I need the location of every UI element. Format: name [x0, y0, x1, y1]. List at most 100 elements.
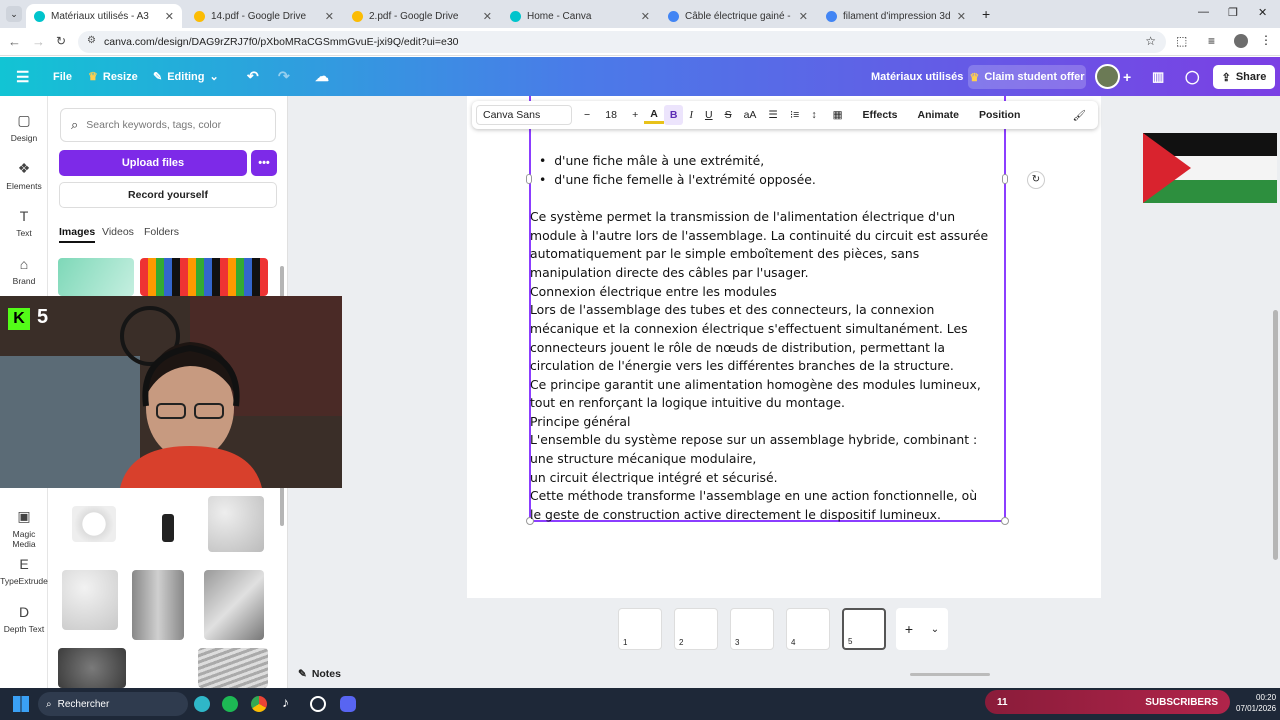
bookmark-icon[interactable]: ☆: [1145, 34, 1156, 48]
tab-list-button[interactable]: ⌄: [6, 6, 22, 22]
edge-icon[interactable]: [194, 696, 210, 712]
text-color-icon[interactable]: A: [644, 106, 664, 124]
image-thumbnail[interactable]: [58, 648, 126, 688]
close-icon[interactable]: ✕: [325, 10, 334, 23]
window-close-icon[interactable]: ✕: [1258, 6, 1267, 19]
rotate-handle-icon[interactable]: ↻: [1027, 171, 1045, 189]
rail-item-magic-media[interactable]: ▣ Magic Media: [0, 508, 48, 549]
page-thumbnail[interactable]: 4: [786, 608, 830, 650]
resize-button[interactable]: ♛ Resize: [88, 57, 138, 96]
tab-filament[interactable]: filament d'impression 3d - Goo ✕: [818, 4, 974, 28]
transparency-icon[interactable]: ▦: [827, 109, 849, 121]
tab-images[interactable]: Images: [59, 226, 96, 243]
discord-icon[interactable]: [340, 696, 356, 712]
rail-item-brand[interactable]: ⌂ Brand: [0, 256, 48, 286]
editing-dropdown[interactable]: ✎ Editing ⌄: [153, 57, 219, 96]
minimize-icon[interactable]: —: [1198, 6, 1209, 18]
url-field[interactable]: ⚙ canva.com/design/DAG9rZRJ7f0/pXboMRaCG…: [78, 31, 1166, 53]
back-icon[interactable]: ←: [8, 34, 21, 49]
image-thumbnail[interactable]: [62, 570, 118, 630]
share-button[interactable]: ⇪ Share: [1213, 65, 1275, 89]
resize-handle[interactable]: [1002, 174, 1008, 184]
spotify-icon[interactable]: [222, 696, 238, 712]
tab-materiaux[interactable]: Matériaux utilisés - A3 ✕: [26, 4, 182, 28]
cloud-saved-icon[interactable]: ☁: [315, 57, 329, 96]
forward-icon[interactable]: →: [32, 34, 45, 49]
resize-handle[interactable]: [526, 174, 532, 184]
tiktok-icon[interactable]: ♪: [282, 694, 289, 710]
canvas-scrollbar[interactable]: [1273, 310, 1278, 560]
align-left-icon[interactable]: ☰: [762, 109, 783, 121]
image-thumbnail[interactable]: [58, 258, 134, 296]
restore-icon[interactable]: ❐: [1228, 6, 1238, 19]
image-thumbnail[interactable]: [162, 514, 174, 542]
tab-videos[interactable]: Videos: [102, 226, 134, 238]
image-thumbnail[interactable]: [198, 648, 268, 688]
extensions-icon[interactable]: ⬚: [1176, 34, 1187, 48]
font-size-increase[interactable]: +: [626, 109, 644, 121]
profile-avatar[interactable]: [1234, 34, 1248, 48]
font-size-decrease[interactable]: −: [578, 109, 596, 121]
close-icon[interactable]: ✕: [799, 10, 808, 23]
close-icon[interactable]: ✕: [957, 10, 966, 23]
rail-item-depth-text[interactable]: D Depth Text: [0, 604, 48, 634]
site-info-icon[interactable]: ⚙: [87, 35, 96, 46]
position-button[interactable]: Position: [973, 109, 1026, 121]
bold-icon[interactable]: B: [663, 105, 684, 125]
new-tab-icon[interactable]: +: [982, 6, 990, 22]
insights-icon[interactable]: ▥: [1152, 57, 1164, 96]
rail-item-typeextrude[interactable]: E TypeExtrude: [0, 556, 48, 586]
collaborator-avatar[interactable]: [1095, 64, 1120, 89]
search-input[interactable]: ⌕ Search keywords, tags, color: [60, 108, 276, 142]
list-icon[interactable]: ⁝≡: [784, 109, 805, 121]
italic-icon[interactable]: I: [683, 110, 699, 121]
clock[interactable]: 00:20 07/01/2026: [1236, 692, 1276, 714]
close-icon[interactable]: ✕: [483, 10, 492, 23]
image-thumbnail[interactable]: [132, 570, 184, 640]
close-icon[interactable]: ✕: [641, 10, 650, 23]
page-thumbnail-current[interactable]: 5: [842, 608, 886, 650]
comments-icon[interactable]: ◯: [1185, 57, 1200, 96]
image-thumbnail[interactable]: [208, 496, 264, 552]
tab-cable[interactable]: Câble électrique gainé - Google ✕: [660, 4, 816, 28]
menu-icon[interactable]: ☰: [16, 57, 29, 96]
resize-handle[interactable]: [1001, 517, 1009, 525]
notes-button[interactable]: ✎ Notes: [298, 668, 341, 680]
rail-item-elements[interactable]: ❖ Elements: [0, 160, 48, 191]
obs-icon[interactable]: [310, 696, 326, 712]
rail-item-text[interactable]: T Text: [0, 208, 48, 238]
close-icon[interactable]: ✕: [165, 10, 174, 23]
document-title[interactable]: Matériaux utilisés: [871, 57, 963, 96]
media-icon[interactable]: ≡: [1208, 34, 1215, 48]
browser-menu-icon[interactable]: ⋮: [1260, 33, 1272, 47]
rail-item-design[interactable]: ▢ Design: [0, 112, 48, 143]
tab-folders[interactable]: Folders: [144, 226, 179, 238]
upload-files-button[interactable]: Upload files: [59, 150, 247, 176]
more-options-icon[interactable]: •••: [251, 150, 277, 176]
page-thumbnail[interactable]: 2: [674, 608, 718, 650]
letter-case-icon[interactable]: aA: [738, 109, 763, 121]
taskbar-search[interactable]: ⌕ Rechercher: [38, 692, 188, 716]
reload-icon[interactable]: ↻: [56, 34, 66, 48]
file-menu[interactable]: File: [53, 57, 72, 96]
copy-style-icon[interactable]: 🖌: [1067, 109, 1092, 122]
font-family-select[interactable]: Canva Sans: [476, 105, 572, 125]
page-thumbnail[interactable]: 1: [618, 608, 662, 650]
animate-button[interactable]: Animate: [912, 109, 965, 121]
strikethrough-icon[interactable]: S: [719, 109, 738, 121]
page-thumbnail[interactable]: 3: [730, 608, 774, 650]
windows-start-icon[interactable]: [13, 696, 29, 712]
image-thumbnail[interactable]: [204, 570, 264, 640]
tab-2pdf[interactable]: 2.pdf - Google Drive ✕: [344, 4, 500, 28]
image-thumbnail[interactable]: [140, 258, 268, 296]
font-size-field[interactable]: 18: [596, 109, 626, 121]
spacing-icon[interactable]: ↕: [805, 109, 822, 121]
redo-icon[interactable]: ↷: [278, 57, 290, 96]
image-thumbnail[interactable]: [72, 506, 116, 542]
effects-button[interactable]: Effects: [856, 109, 903, 121]
add-page-button[interactable]: + ⌄: [896, 608, 948, 650]
flag-image[interactable]: [1143, 133, 1277, 203]
zoom-slider[interactable]: [910, 673, 990, 676]
underline-icon[interactable]: U: [699, 109, 719, 121]
record-yourself-button[interactable]: Record yourself: [59, 182, 277, 208]
